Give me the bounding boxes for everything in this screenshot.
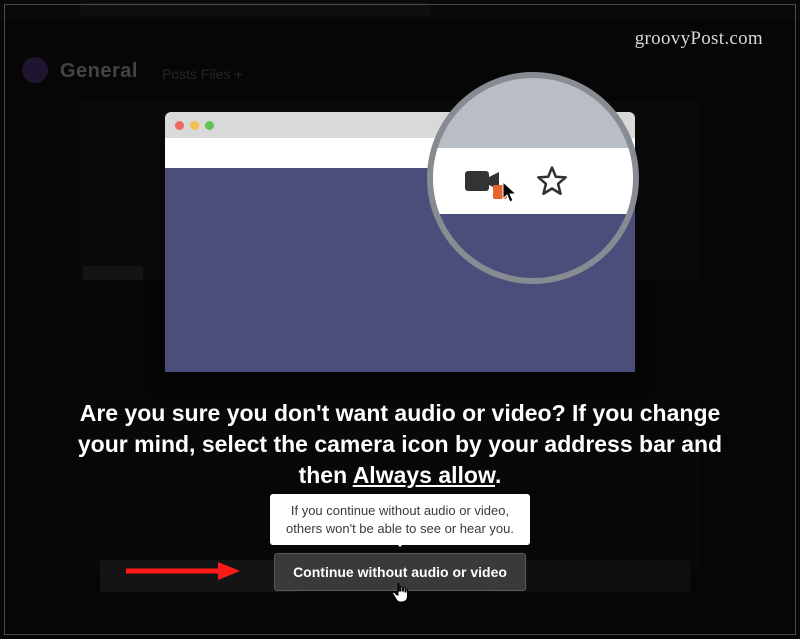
browser-illustration — [165, 72, 635, 372]
camera-blocked-badge-icon — [493, 185, 507, 199]
headline-text-end: . — [495, 462, 501, 488]
watermark: groovyPost.com — [635, 28, 763, 50]
magnifier — [427, 72, 639, 284]
headline-always-allow: Always allow — [353, 462, 495, 488]
continue-without-av-button[interactable]: Continue without audio or video — [274, 553, 526, 591]
tooltip-line2: others won't be able to see or hear you. — [286, 520, 514, 538]
continue-tooltip: If you continue without audio or video, … — [270, 494, 530, 545]
permission-headline: Are you sure you don't want audio or vid… — [60, 398, 740, 491]
tooltip-line1: If you continue without audio or video, — [286, 502, 514, 520]
traffic-light-minimize-icon — [190, 121, 199, 130]
traffic-light-close-icon — [175, 121, 184, 130]
annotation-arrow-icon — [122, 560, 242, 582]
camera-icon — [465, 169, 501, 193]
bookmark-star-icon — [535, 164, 569, 198]
permission-overlay: groovyPost.com — [0, 0, 800, 639]
traffic-light-zoom-icon — [205, 121, 214, 130]
